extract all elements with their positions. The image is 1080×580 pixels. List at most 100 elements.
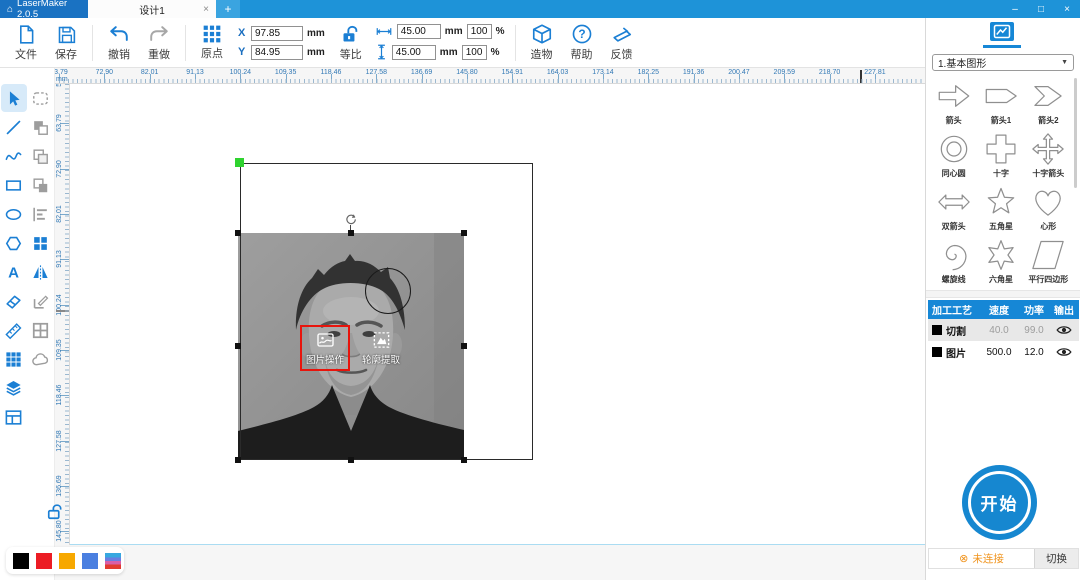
h-ruler-label: 218.70	[819, 69, 840, 76]
window-tool[interactable]	[28, 316, 54, 344]
aspect-lock-button[interactable]: 等比	[331, 24, 371, 62]
shape-library-tab[interactable]	[990, 22, 1014, 41]
copy-tool[interactable]	[28, 142, 54, 170]
color-swatch-multi[interactable]	[105, 553, 121, 569]
save-button[interactable]: 保存	[46, 24, 86, 62]
layout-tool[interactable]	[1, 403, 27, 431]
file-button[interactable]: 文件	[6, 24, 46, 62]
y-input[interactable]	[251, 45, 303, 60]
select-tool[interactable]	[1, 84, 27, 112]
shape-category-select[interactable]: 1.基本图形 ▼	[932, 54, 1074, 71]
mirror-tool[interactable]	[28, 258, 54, 286]
layers-tool[interactable]	[1, 374, 27, 402]
origin-button[interactable]: 原点	[192, 24, 232, 61]
feedback-button[interactable]: 反馈	[602, 23, 642, 62]
process-power[interactable]: 12.0	[1017, 347, 1051, 358]
height-percent-input[interactable]	[462, 45, 487, 60]
resize-handle[interactable]	[348, 230, 354, 236]
resize-handle[interactable]	[348, 457, 354, 463]
image-operations-button[interactable]: 图片操作	[300, 325, 350, 371]
output-toggle[interactable]	[1051, 346, 1077, 358]
color-swatch[interactable]	[36, 553, 52, 569]
resize-handle[interactable]	[235, 457, 241, 463]
shape-item-star5[interactable]: 五角星	[977, 182, 1024, 235]
height-input[interactable]	[392, 45, 436, 60]
frame-select-tool[interactable]	[28, 84, 54, 112]
grid-tool[interactable]	[1, 345, 27, 373]
contour-extract-button[interactable]: 轮廓提取	[356, 325, 406, 371]
shape-item-doublearrow[interactable]: 双箭头	[930, 182, 977, 235]
ellipse-tool[interactable]	[1, 200, 27, 228]
h-ruler-label: 118.46	[321, 69, 342, 76]
rotation-handle-icon[interactable]	[345, 212, 357, 230]
create-button[interactable]: 造物	[522, 23, 562, 62]
document-tab[interactable]: 设计1 ×	[88, 0, 216, 18]
h-ruler-label: 145.80	[456, 69, 477, 76]
color-swatch[interactable]	[13, 553, 29, 569]
resize-handle[interactable]	[461, 343, 467, 349]
x-input[interactable]	[251, 26, 303, 41]
maximize-button[interactable]: □	[1028, 0, 1054, 18]
rectangle-tool[interactable]	[1, 171, 27, 199]
process-power[interactable]: 99.0	[1017, 325, 1051, 336]
width-input[interactable]	[397, 24, 441, 39]
origin-handle[interactable]	[235, 158, 244, 167]
weld-tool[interactable]	[28, 113, 54, 141]
line-tool[interactable]	[1, 113, 27, 141]
shape-item-cross[interactable]: 十字	[977, 129, 1024, 182]
process-speed[interactable]: 500.0	[981, 347, 1017, 358]
align-tool[interactable]	[28, 200, 54, 228]
help-button[interactable]: ? 帮助	[562, 23, 602, 62]
shape-label: 十字箭头	[1032, 168, 1064, 179]
origin-icon	[202, 24, 222, 44]
new-tab-button[interactable]: +	[216, 0, 240, 18]
minimize-button[interactable]: –	[1002, 0, 1028, 18]
redo-button[interactable]: 重做	[139, 23, 179, 62]
process-speed[interactable]: 40.0	[981, 325, 1017, 336]
process-row-切割[interactable]: 切割 40.099.0	[928, 319, 1079, 341]
shape-item-star6[interactable]: 六角星	[977, 235, 1024, 288]
h-ruler-label: 100.24	[230, 69, 251, 76]
text-tool[interactable]: A	[1, 258, 27, 286]
switch-device-button[interactable]: 切换	[1034, 549, 1078, 568]
eraser-tool[interactable]	[1, 287, 27, 315]
canvas-lock-icon[interactable]	[45, 502, 65, 527]
measure-tool[interactable]	[28, 287, 54, 315]
curve-tool[interactable]	[1, 142, 27, 170]
tab-close-icon[interactable]: ×	[203, 4, 209, 15]
color-swatch[interactable]	[59, 553, 75, 569]
resize-handle[interactable]	[461, 230, 467, 236]
color-swatch[interactable]	[82, 553, 98, 569]
process-name: 切割	[946, 323, 966, 338]
polygon-tool[interactable]	[1, 229, 27, 257]
shape-item-parallelogram[interactable]: 平行四边形	[1025, 235, 1072, 288]
shape-scrollbar[interactable]	[1074, 78, 1077, 188]
width-percent-input[interactable]	[467, 24, 492, 39]
redo-icon	[148, 23, 170, 45]
layer-color-swatch[interactable]	[932, 325, 942, 335]
resize-handle[interactable]	[461, 457, 467, 463]
resize-handle[interactable]	[235, 230, 241, 236]
shape-item-arrow1[interactable]: 箭头1	[977, 76, 1024, 129]
resize-handle[interactable]	[235, 343, 241, 349]
subtract-tool[interactable]	[28, 171, 54, 199]
start-button[interactable]: 开始	[962, 465, 1037, 540]
array-tool[interactable]	[28, 229, 54, 257]
output-toggle[interactable]	[1051, 324, 1077, 336]
ruler-tool[interactable]	[1, 316, 27, 344]
shape-item-spiral[interactable]: 螺旋线	[930, 235, 977, 288]
circle-shape[interactable]	[365, 268, 411, 314]
shape-item-arrow[interactable]: 箭头	[930, 76, 977, 129]
process-row-图片[interactable]: 图片500.012.0	[928, 341, 1079, 363]
design-canvas[interactable]: 图片操作 轮廓提取	[70, 84, 925, 545]
shape-item-concentric[interactable]: 同心圆	[930, 129, 977, 182]
close-button[interactable]: ×	[1054, 0, 1080, 18]
h-ruler-label: 109.35	[275, 69, 296, 76]
shape-item-heart[interactable]: 心形	[1025, 182, 1072, 235]
shape-item-crossarrow[interactable]: 十字箭头	[1025, 129, 1072, 182]
layer-color-swatch[interactable]	[932, 347, 942, 357]
undo-button[interactable]: 撤销	[99, 23, 139, 62]
feedback-icon	[611, 23, 633, 45]
cloud-tool[interactable]	[28, 345, 54, 373]
shape-item-arrow2[interactable]: 箭头2	[1025, 76, 1072, 129]
